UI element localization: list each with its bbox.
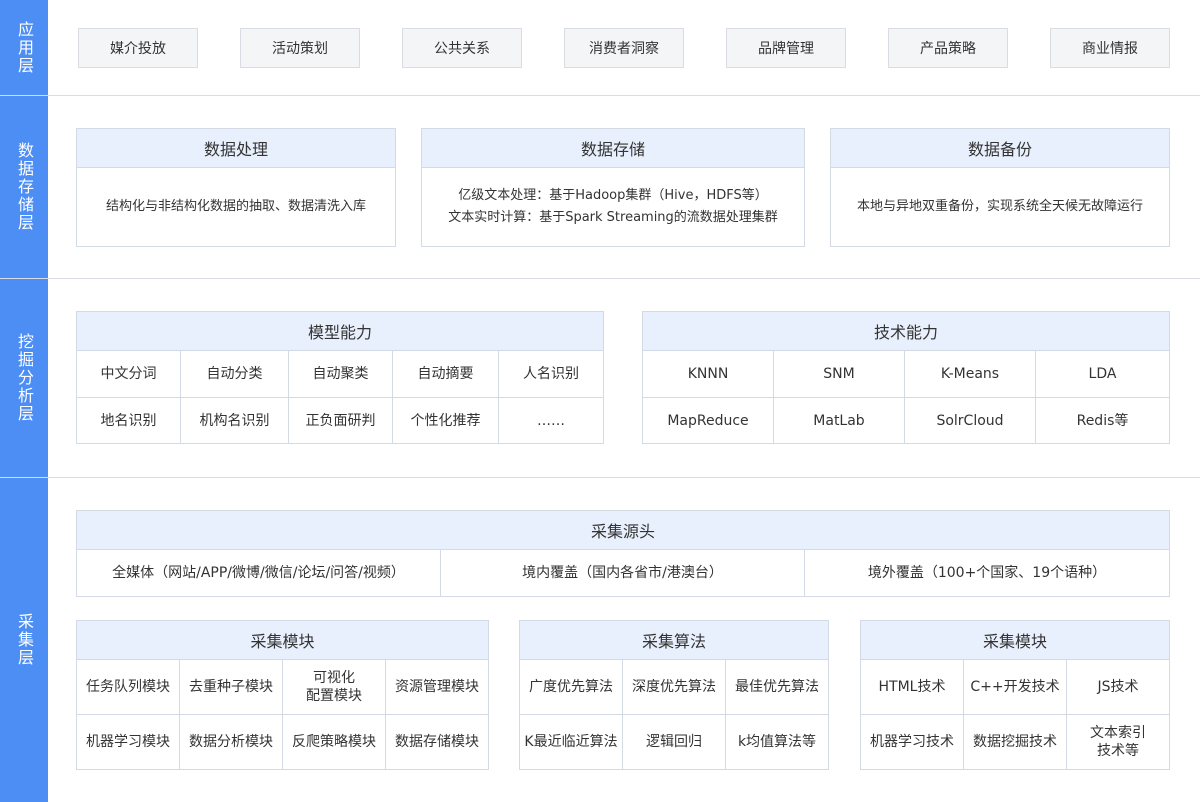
tech-cell: MatLab <box>774 398 905 444</box>
model-capability-card: 模型能力 中文分词 自动分类 自动聚类 自动摘要 人名识别 地名识别 机构名识别… <box>76 311 604 444</box>
model-cell: 个性化推荐 <box>393 398 499 444</box>
collect-tech-cell: JS技术 <box>1067 660 1169 715</box>
collect-tech-cell: C++开发技术 <box>964 660 1067 715</box>
module-cell: 反爬策略模块 <box>283 715 386 769</box>
card-title: 采集源头 <box>77 511 1169 550</box>
card-line: 亿级文本处理：基于Hadoop集群（Hive，HDFS等） <box>458 188 768 203</box>
storage-layer: 数据存储层 数据处理 结构化与非结构化数据的抽取、数据清洗入库 数据存储 亿级文… <box>0 96 1200 279</box>
app-item-media[interactable]: 媒介投放 <box>78 28 198 68</box>
tech-capability-card: 技术能力 KNNN SNM K-Means LDA MapReduce MatL… <box>642 311 1170 444</box>
module-cell: 可视化 配置模块 <box>283 660 386 715</box>
card-title: 数据存储 <box>422 129 804 168</box>
tech-cell: MapReduce <box>643 398 774 444</box>
collect-tech-cell: 机器学习技术 <box>861 715 964 769</box>
tech-cell: SolrCloud <box>905 398 1036 444</box>
model-cell: 自动摘要 <box>393 351 499 398</box>
card-title: 采集模块 <box>77 621 488 660</box>
collect-module-card: 采集模块 任务队列模块 去重种子模块 可视化 配置模块 资源管理模块 机器学习模… <box>76 620 489 770</box>
collect-source-card: 采集源头 全媒体（网站/APP/微博/微信/论坛/问答/视频） 境内覆盖（国内各… <box>76 510 1170 597</box>
module-cell: 任务队列模块 <box>77 660 180 715</box>
module-cell: 资源管理模块 <box>386 660 488 715</box>
model-cell: 机构名识别 <box>181 398 289 444</box>
module-cell: 数据存储模块 <box>395 734 479 750</box>
tech-cell: Redis等 <box>1076 413 1129 429</box>
algorithm-cell: 广度优先算法 <box>520 660 623 715</box>
card-line: 结构化与非结构化数据的抽取、数据清洗入库 <box>105 199 366 214</box>
card-title: 技术能力 <box>643 312 1169 351</box>
tech-cell: K-Means <box>905 351 1036 398</box>
collect-tech-cell: HTML技术 <box>861 660 964 715</box>
app-item-campaign[interactable]: 活动策划 <box>240 28 360 68</box>
module-cell: 机器学习模块 <box>77 715 180 769</box>
card-line: 文本实时计算：基于Spark Streaming的流数据处理集群 <box>448 210 778 225</box>
model-cell: 自动聚类 <box>289 351 393 398</box>
model-cell: 人名识别 <box>499 351 603 398</box>
collect-algorithm-card: 采集算法 广度优先算法 深度优先算法 最佳优先算法 K最近临近算法 逻辑回归 k… <box>519 620 829 770</box>
source-cell: 全媒体（网站/APP/微博/微信/论坛/问答/视频） <box>77 550 441 596</box>
storage-card-backup: 数据备份 本地与异地双重备份，实现系统全天候无故障运行 <box>830 128 1170 247</box>
model-cell: 自动分类 <box>181 351 289 398</box>
card-title: 数据处理 <box>77 129 395 168</box>
storage-layer-label: 数据存储层 <box>0 96 48 278</box>
model-cell: …… <box>537 413 565 429</box>
app-item-insight[interactable]: 消费者洞察 <box>564 28 684 68</box>
app-layer-label: 应用层 <box>0 0 48 95</box>
model-cell: 正负面研判 <box>289 398 393 444</box>
algorithm-cell: 最佳优先算法 <box>726 660 828 715</box>
tech-cell: SNM <box>774 351 905 398</box>
collect-tech-card: 采集模块 HTML技术 C++开发技术 JS技术 机器学习技术 数据挖掘技术 文… <box>860 620 1170 770</box>
algorithm-cell: K最近临近算法 <box>520 715 623 769</box>
app-layer: 应用层 媒介投放 活动策划 公共关系 消费者洞察 品牌管理 产品策略 商业情报 <box>0 0 1200 96</box>
tech-cell: KNNN <box>643 351 774 398</box>
algorithm-cell: k均值算法等 <box>737 734 817 750</box>
app-item-intel[interactable]: 商业情报 <box>1050 28 1170 68</box>
app-item-product[interactable]: 产品策略 <box>888 28 1008 68</box>
app-item-pr[interactable]: 公共关系 <box>402 28 522 68</box>
storage-card-processing: 数据处理 结构化与非结构化数据的抽取、数据清洗入库 <box>76 128 396 247</box>
analysis-layer-label: 挖掘分析层 <box>0 279 48 477</box>
source-cell: 境内覆盖（国内各省市/港澳台） <box>441 550 805 596</box>
tech-cell: LDA <box>1036 351 1169 398</box>
card-title: 采集模块 <box>861 621 1169 660</box>
collect-layer: 采集层 采集源头 全媒体（网站/APP/微博/微信/论坛/问答/视频） 境内覆盖… <box>0 478 1200 802</box>
card-title: 数据备份 <box>831 129 1169 168</box>
module-cell: 数据分析模块 <box>180 715 283 769</box>
algorithm-cell: 逻辑回归 <box>623 715 726 769</box>
source-cell: 境外覆盖（100+个国家、19个语种） <box>867 565 1107 581</box>
card-title: 模型能力 <box>77 312 603 351</box>
storage-card-storage: 数据存储 亿级文本处理：基于Hadoop集群（Hive，HDFS等） 文本实时计… <box>421 128 805 247</box>
collect-tech-cell: 数据挖掘技术 <box>964 715 1067 769</box>
app-item-brand[interactable]: 品牌管理 <box>726 28 846 68</box>
collect-tech-cell: 文本索引 技术等 <box>1090 725 1146 759</box>
card-line: 本地与异地双重备份，实现系统全天候无故障运行 <box>856 199 1143 214</box>
algorithm-cell: 深度优先算法 <box>623 660 726 715</box>
analysis-layer: 挖掘分析层 模型能力 中文分词 自动分类 自动聚类 自动摘要 人名识别 地名识别… <box>0 279 1200 478</box>
model-cell: 中文分词 <box>77 351 181 398</box>
card-title: 采集算法 <box>520 621 828 660</box>
module-cell: 去重种子模块 <box>180 660 283 715</box>
collect-layer-label: 采集层 <box>0 478 48 802</box>
model-cell: 地名识别 <box>77 398 181 444</box>
